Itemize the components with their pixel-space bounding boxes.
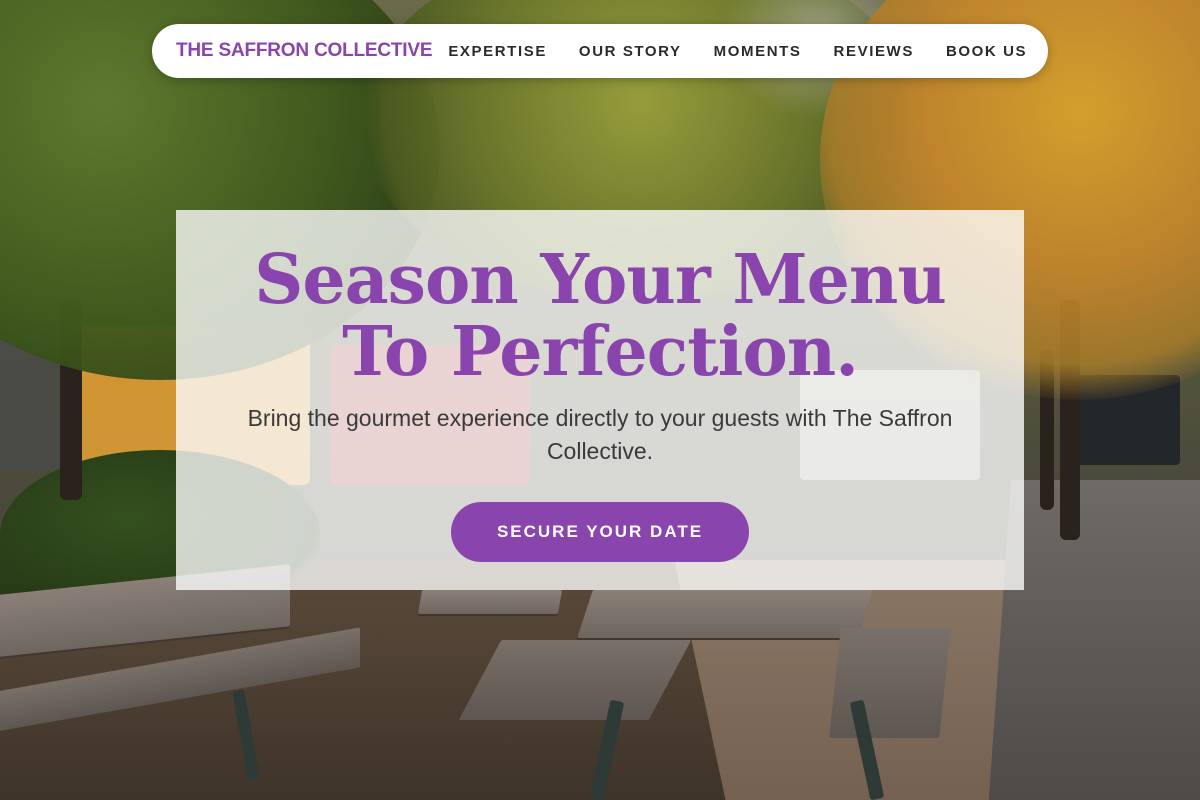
picnic-bench — [829, 628, 951, 738]
hero-section: THE SAFFRON COLLECTIVE EXPERTISE OUR STO… — [0, 0, 1200, 800]
picnic-table — [417, 590, 563, 614]
nav-link-reviews[interactable]: REVIEWS — [818, 43, 930, 60]
secure-date-button[interactable]: SECURE YOUR DATE — [451, 502, 749, 562]
hero-headline: Season Your Menu To Perfection. — [254, 240, 947, 392]
hero-card: Season Your Menu To Perfection. Bring th… — [176, 210, 1024, 590]
picnic-table — [577, 590, 873, 638]
nav-links: EXPERTISE OUR STORY MOMENTS REVIEWS BOOK… — [432, 43, 1027, 60]
nav-link-moments[interactable]: MOMENTS — [698, 43, 818, 60]
nav-link-our-story[interactable]: OUR STORY — [563, 43, 698, 60]
brand-logo[interactable]: THE SAFFRON COLLECTIVE — [176, 40, 433, 62]
top-nav: THE SAFFRON COLLECTIVE EXPERTISE OUR STO… — [152, 24, 1048, 78]
hero-subtext: Bring the gourmet experience directly to… — [247, 405, 953, 464]
nav-link-book-us[interactable]: BOOK US — [930, 43, 1027, 60]
nav-link-expertise[interactable]: EXPERTISE — [432, 43, 563, 60]
